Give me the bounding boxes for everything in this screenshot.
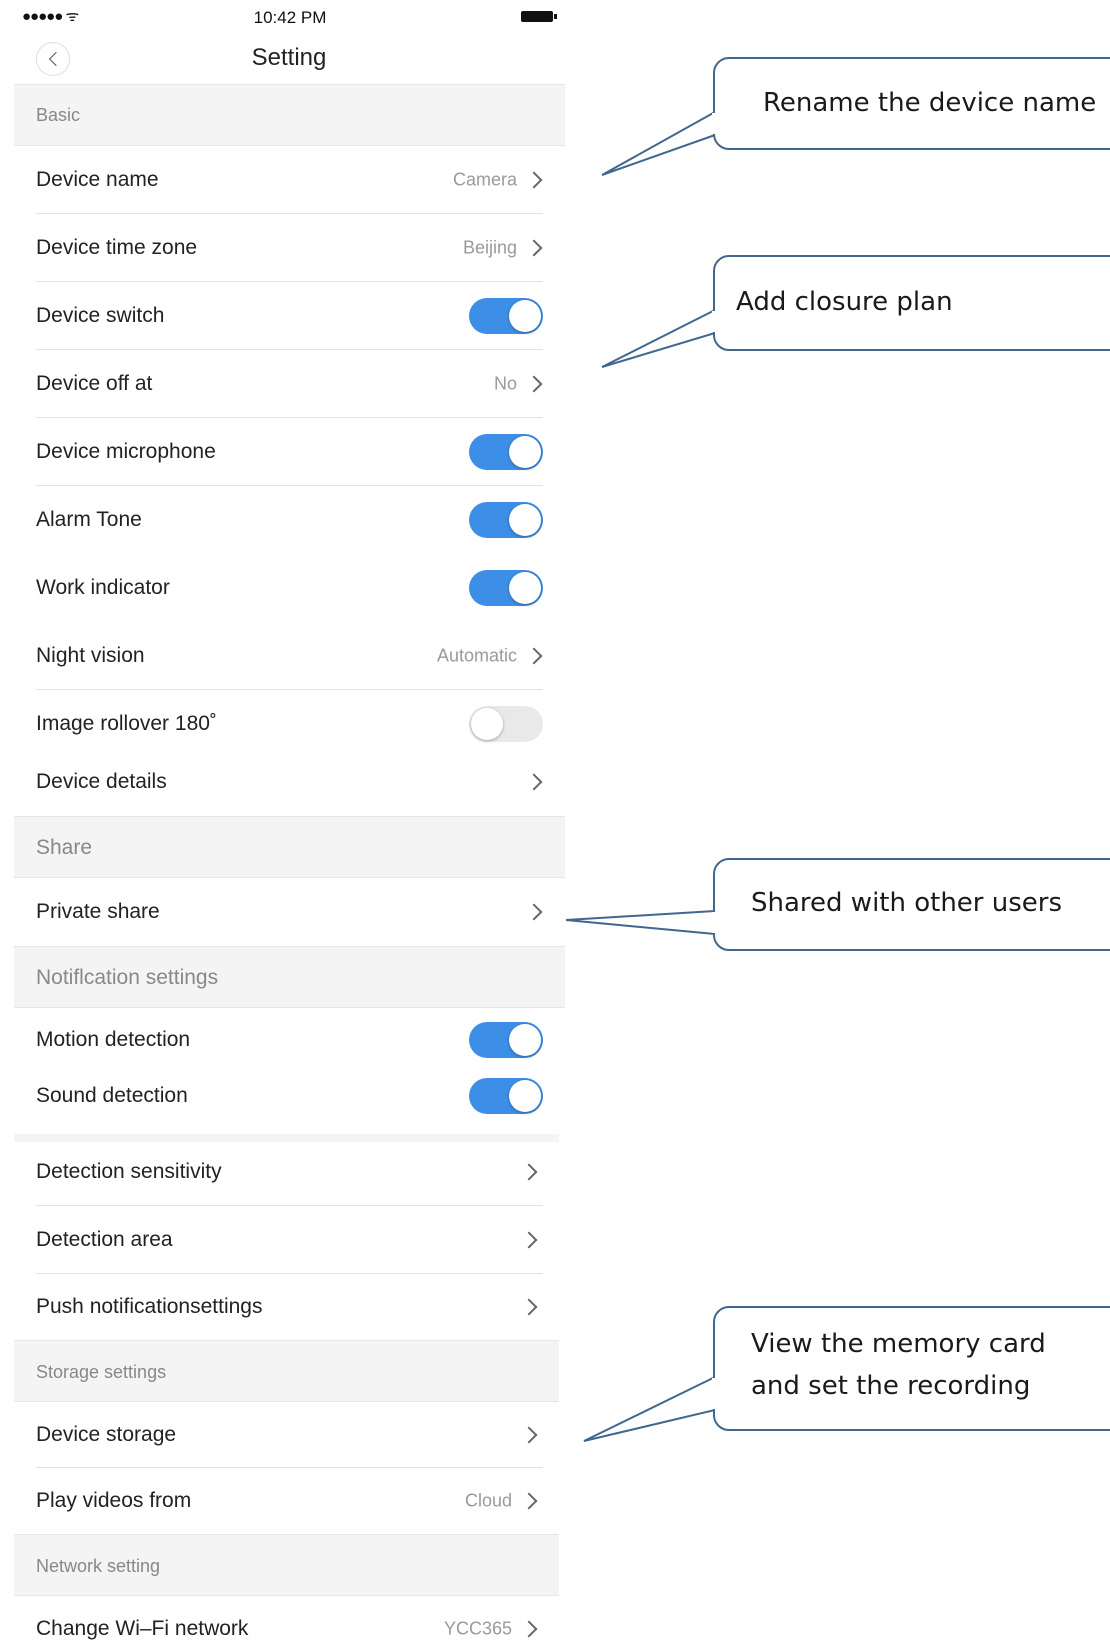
section-header-notification: Notiflcation settings xyxy=(14,946,565,1008)
device-off-at-row[interactable]: Device off at No xyxy=(14,350,565,418)
image-rollover-toggle[interactable] xyxy=(469,706,543,742)
chevron-right-icon xyxy=(525,903,543,921)
chevron-right-icon xyxy=(520,1492,538,1510)
device-name-value: Camera xyxy=(452,169,517,190)
section-header-network: Network setting xyxy=(14,1534,559,1596)
push-notification-row[interactable]: Push notificationsettings xyxy=(14,1274,565,1340)
chevron-right-icon xyxy=(525,375,543,393)
chevron-right-icon xyxy=(520,1163,538,1181)
chevron-right-icon xyxy=(525,239,543,257)
chevron-right-icon xyxy=(520,1426,538,1444)
alarm-tone-row: Alarm Tone xyxy=(14,486,565,554)
change-wifi-row[interactable]: Change Wi–Fi network YCC365 xyxy=(14,1596,565,1643)
microphone-toggle[interactable] xyxy=(469,434,543,470)
change-wifi-value: YCC365 xyxy=(443,1618,512,1639)
callout-shared: Shared with other users xyxy=(713,858,1110,951)
device-switch-row: Device switch xyxy=(14,282,565,350)
device-name-row[interactable]: Device name Camera xyxy=(14,146,565,214)
chevron-right-icon xyxy=(520,1298,538,1316)
settings-screen: ●●●●● ᯤ 10:42 PM Setting Basic Device na… xyxy=(0,0,565,1643)
motion-detection-toggle[interactable] xyxy=(469,1022,543,1058)
status-time: 10:42 PM xyxy=(253,8,327,27)
device-off-at-value: No xyxy=(493,373,517,394)
pointer-rename xyxy=(601,110,716,176)
section-header-basic: Basic xyxy=(14,84,565,146)
private-share-row[interactable]: Private share xyxy=(14,878,565,946)
night-vision-row[interactable]: Night vision Automatic xyxy=(14,622,565,690)
chevron-right-icon xyxy=(525,773,543,791)
work-indicator-toggle[interactable] xyxy=(469,570,543,606)
time-zone-value: Beijing xyxy=(462,237,517,258)
alarm-tone-toggle[interactable] xyxy=(469,502,543,538)
pointer-memory xyxy=(583,1375,716,1442)
battery-icon xyxy=(521,11,557,22)
play-videos-from-row[interactable]: Play videos from Cloud xyxy=(14,1468,565,1534)
section-header-storage: Storage settings xyxy=(14,1340,559,1402)
callout-memory: View the memory card and set the recordi… xyxy=(713,1306,1110,1431)
sound-detection-row: Sound detection xyxy=(14,1068,565,1124)
device-details-row[interactable]: Device details xyxy=(14,748,565,816)
device-storage-row[interactable]: Device storage xyxy=(14,1402,565,1468)
status-bar: ●●●●● ᯤ 10:42 PM xyxy=(0,0,565,34)
callout-rename: Rename the device name xyxy=(713,57,1110,150)
microphone-row: Device microphone xyxy=(14,418,565,486)
callout-closure: Add closure plan xyxy=(713,255,1110,351)
page-title: Setting xyxy=(251,44,327,71)
navigation-bar: Setting xyxy=(0,34,565,84)
pointer-shared xyxy=(565,909,716,936)
play-videos-from-value: Cloud xyxy=(464,1490,512,1511)
chevron-right-icon xyxy=(525,171,543,189)
time-zone-row[interactable]: Device time zone Beijing xyxy=(14,214,565,282)
pointer-closure xyxy=(601,308,716,368)
detection-sensitivity-row[interactable]: Detection sensitivity xyxy=(14,1138,565,1206)
sound-detection-toggle[interactable] xyxy=(469,1078,543,1114)
device-switch-toggle[interactable] xyxy=(469,298,543,334)
motion-detection-row: Motion detection xyxy=(14,1012,565,1068)
work-indicator-row: Work indicator xyxy=(14,554,565,622)
chevron-right-icon xyxy=(525,647,543,665)
chevron-right-icon xyxy=(520,1231,538,1249)
section-header-share: Share xyxy=(14,816,565,878)
detection-area-row[interactable]: Detection area xyxy=(14,1206,565,1274)
chevron-right-icon xyxy=(520,1620,538,1638)
night-vision-value: Automatic xyxy=(436,645,517,666)
